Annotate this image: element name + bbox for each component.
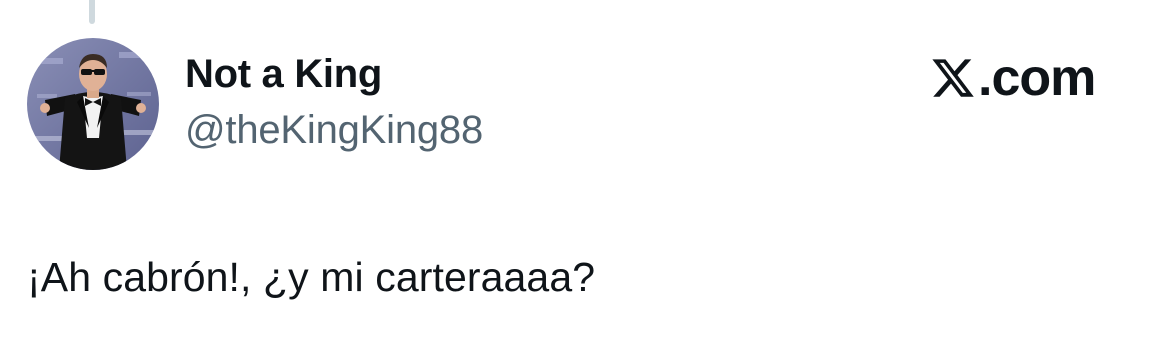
display-name[interactable]: Not a King [185,52,382,97]
x-brand-logo[interactable]: .com [930,49,1096,107]
tweet-text: ¡Ah cabrón!, ¿y mi carteraaaa? [27,254,596,300]
x-logo-icon [932,59,974,97]
thread-connector-line [89,0,95,24]
brand-domain-text: .com [978,49,1096,107]
user-handle[interactable]: @theKingKing88 [185,108,483,153]
avatar-image [27,38,159,170]
avatar[interactable] [27,38,159,170]
tweet-card: Not a King @theKingKing88 .com ¡Ah cabró… [0,0,1170,364]
